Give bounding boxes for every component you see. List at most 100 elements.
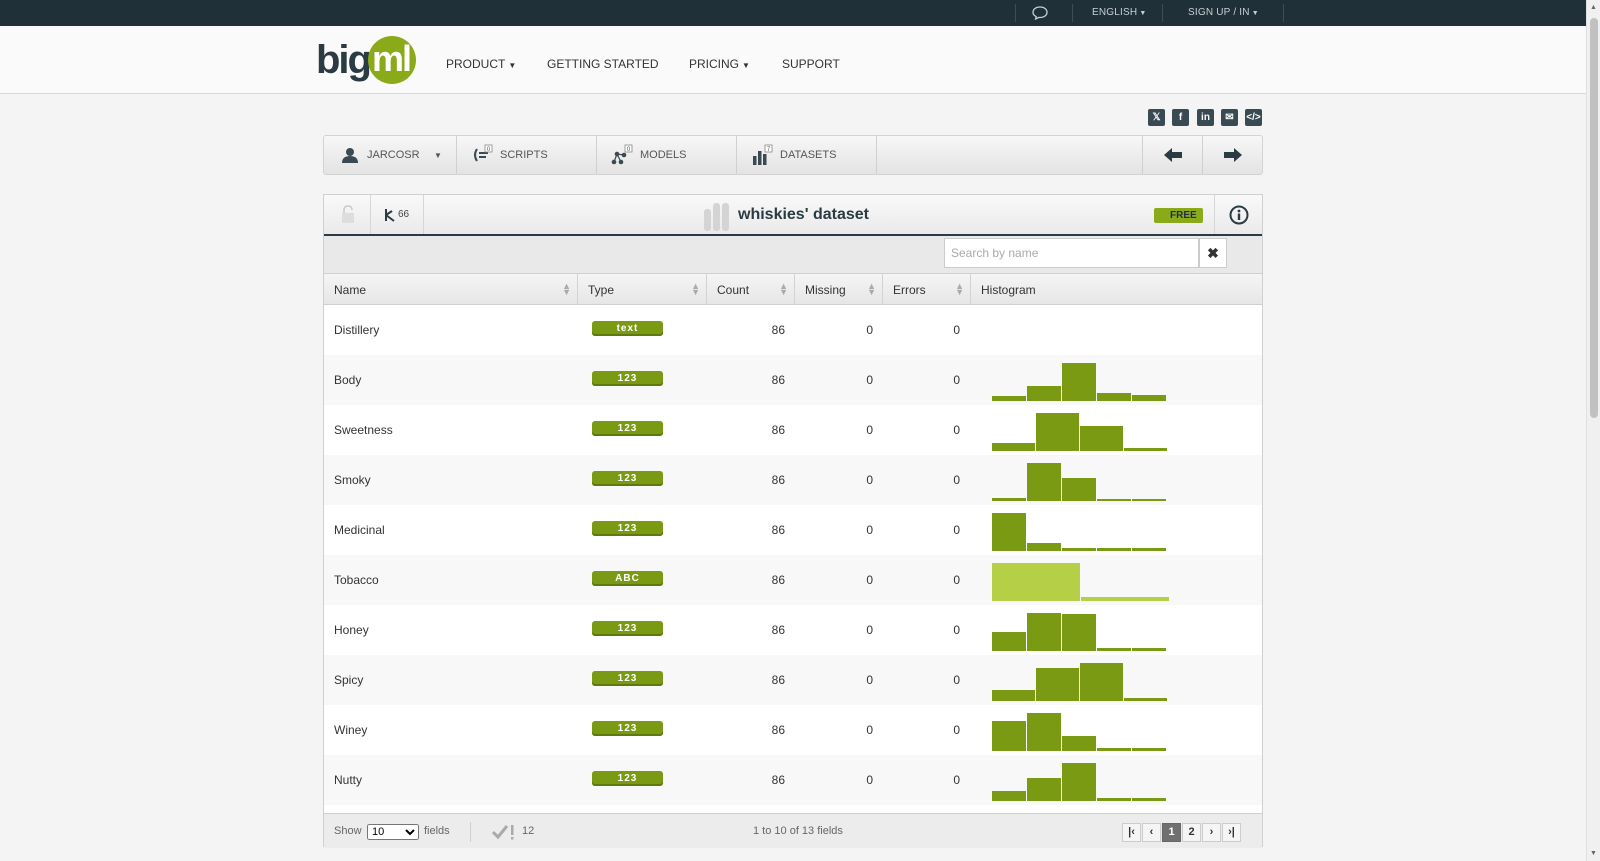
histogram-bar[interactable] <box>1062 478 1096 501</box>
scroll-up-icon[interactable]: ▲ <box>1590 4 1597 11</box>
histogram-bar[interactable] <box>1080 663 1123 701</box>
column-count[interactable]: Count ▲ ▼ <box>707 274 795 305</box>
histogram-bar[interactable] <box>1062 763 1096 801</box>
linkedin-icon[interactable]: in <box>1197 109 1214 126</box>
table-row[interactable]: Distillery text 86 0 0 <box>324 305 1262 355</box>
field-histogram[interactable] <box>992 661 1172 701</box>
table-row[interactable]: Nutty 123 86 0 0 <box>324 755 1262 805</box>
field-name[interactable]: Sweetness <box>334 423 393 437</box>
histogram-bar[interactable] <box>1027 463 1061 501</box>
email-icon[interactable]: ✉ <box>1221 109 1238 126</box>
histogram-bar[interactable] <box>1097 798 1131 801</box>
histogram-bar[interactable] <box>992 632 1026 651</box>
crumb-models[interactable]: 0 MODELS <box>597 136 737 174</box>
signin-menu[interactable]: SIGN UP / IN ▼ <box>1188 7 1259 18</box>
histogram-bar[interactable] <box>992 513 1026 551</box>
crumb-datasets[interactable]: 7 DATASETS <box>737 136 877 174</box>
column-missing[interactable]: Missing ▲ ▼ <box>795 274 883 305</box>
field-name[interactable]: Medicinal <box>334 523 385 537</box>
field-histogram[interactable] <box>992 361 1172 401</box>
field-name[interactable]: Winey <box>334 723 367 737</box>
histogram-bar[interactable] <box>1081 597 1169 601</box>
histogram-bar[interactable] <box>1036 413 1079 451</box>
clear-search-button[interactable]: ✖ <box>1199 238 1227 268</box>
scroll-down-icon[interactable]: ▼ <box>1590 850 1597 857</box>
histogram-bar[interactable] <box>1027 613 1061 651</box>
field-name[interactable]: Spicy <box>334 673 363 687</box>
table-row[interactable]: Sweetness 123 86 0 0 <box>324 405 1262 455</box>
histogram-bar[interactable] <box>992 443 1035 451</box>
nav-product[interactable]: PRODUCT ▼ <box>446 57 516 71</box>
histogram-bar[interactable] <box>1132 798 1166 801</box>
histogram-bar[interactable] <box>1027 713 1061 751</box>
histogram-bar[interactable] <box>992 791 1026 801</box>
page-scrollbar[interactable]: ▲ ▼ <box>1586 0 1600 861</box>
histogram-bar[interactable] <box>1132 395 1166 401</box>
first-page-button[interactable]: |‹ <box>1122 823 1141 842</box>
histogram-bar[interactable] <box>1097 548 1131 551</box>
table-row[interactable]: Body 123 86 0 0 <box>324 355 1262 405</box>
next-page-button[interactable]: › <box>1202 823 1221 842</box>
embed-icon[interactable]: </> <box>1245 109 1262 126</box>
histogram-bar[interactable] <box>1062 614 1096 651</box>
search-input[interactable] <box>944 238 1199 268</box>
histogram-bar[interactable] <box>1097 748 1131 751</box>
previous-button[interactable] <box>1142 136 1202 174</box>
nav-support[interactable]: SUPPORT <box>782 57 840 71</box>
histogram-bar[interactable] <box>1132 748 1166 751</box>
histogram-bar[interactable] <box>1080 426 1123 451</box>
scrollbar-thumb[interactable] <box>1590 18 1598 418</box>
histogram-bar[interactable] <box>992 690 1035 701</box>
histogram-bar[interactable] <box>1132 548 1166 551</box>
histogram-bar[interactable] <box>1124 698 1167 701</box>
table-row[interactable]: Tobacco ABC 86 0 0 <box>324 555 1262 605</box>
histogram-bar[interactable] <box>1132 499 1166 501</box>
field-histogram[interactable] <box>992 511 1172 551</box>
field-name[interactable]: Smoky <box>334 473 371 487</box>
field-name[interactable]: Body <box>334 373 361 387</box>
last-page-button[interactable]: ›| <box>1222 823 1241 842</box>
user-menu[interactable]: JARCOSR ▼ <box>324 136 457 174</box>
field-histogram[interactable] <box>992 461 1172 501</box>
page-1-button[interactable]: 1 <box>1162 823 1181 842</box>
histogram-bar[interactable] <box>1062 548 1096 551</box>
table-row[interactable]: Spicy 123 86 0 0 <box>324 655 1262 705</box>
histogram-bar[interactable] <box>1124 448 1167 451</box>
x-icon[interactable]: 𝕏 <box>1148 109 1165 126</box>
histogram-bar[interactable] <box>1036 668 1079 701</box>
histogram-bar[interactable] <box>1062 736 1096 751</box>
chat-icon[interactable] <box>1032 6 1048 20</box>
field-histogram[interactable] <box>992 311 1172 351</box>
histogram-bar[interactable] <box>1097 648 1131 651</box>
page-size-select[interactable]: 10 <box>367 824 419 840</box>
histogram-bar[interactable] <box>992 396 1026 401</box>
page-2-button[interactable]: 2 <box>1182 823 1201 842</box>
histogram-bar[interactable] <box>1027 543 1061 551</box>
info-button[interactable] <box>1214 195 1262 234</box>
histogram-bar[interactable] <box>1062 363 1096 401</box>
column-type[interactable]: Type ▲ ▼ <box>578 274 707 305</box>
field-name[interactable]: Honey <box>334 623 369 637</box>
facebook-icon[interactable]: f <box>1172 109 1189 126</box>
lock-button[interactable] <box>324 195 371 234</box>
column-errors[interactable]: Errors ▲ ▼ <box>883 274 971 305</box>
field-name[interactable]: Tobacco <box>334 573 379 587</box>
table-row[interactable]: Winey 123 86 0 0 <box>324 705 1262 755</box>
histogram-bar[interactable] <box>1097 393 1131 401</box>
next-button[interactable] <box>1202 136 1262 174</box>
field-histogram[interactable] <box>992 711 1172 751</box>
crumb-scripts[interactable]: 0 SCRIPTS <box>457 136 597 174</box>
field-histogram[interactable] <box>992 761 1172 801</box>
histogram-bar[interactable] <box>1097 499 1131 501</box>
field-name[interactable]: Distillery <box>334 323 379 337</box>
field-histogram[interactable] <box>992 611 1172 651</box>
field-name[interactable]: Nutty <box>334 773 362 787</box>
histogram-bar[interactable] <box>1027 778 1061 801</box>
histogram-bar[interactable] <box>1027 386 1061 401</box>
table-row[interactable]: Honey 123 86 0 0 <box>324 605 1262 655</box>
column-name[interactable]: Name ▲ ▼ <box>324 274 578 305</box>
table-row[interactable]: Medicinal 123 86 0 0 <box>324 505 1262 555</box>
prev-page-button[interactable]: ‹ <box>1142 823 1161 842</box>
histogram-bar[interactable] <box>992 721 1026 751</box>
histogram-bar[interactable] <box>992 563 1080 601</box>
